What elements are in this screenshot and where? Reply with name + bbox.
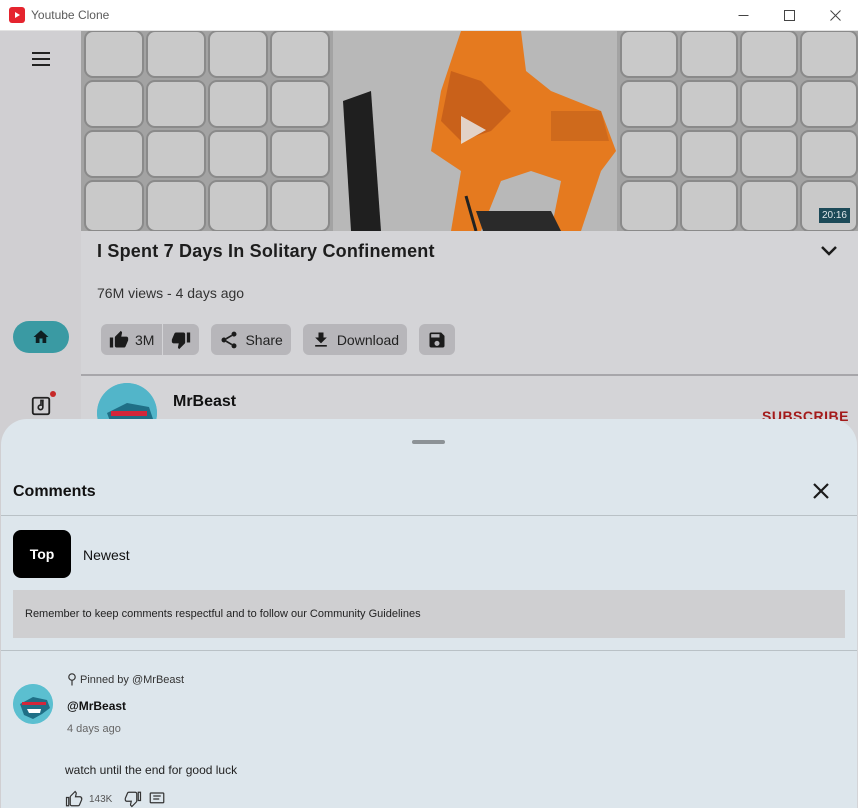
video-player[interactable]: 20:16 [81,31,858,231]
share-button[interactable]: Share [211,324,291,355]
like-dislike-group: 3M [101,324,200,355]
window-close-icon [829,10,841,21]
comment-time: 4 days ago [67,723,121,735]
like-button[interactable]: 3M [101,324,162,355]
maximize-icon [783,10,795,21]
comment-like-count: 143K [89,793,113,805]
video-actions: 3M Share Download [101,324,456,355]
thumb-up-icon [109,330,129,347]
reply-icon[interactable] [148,790,166,808]
home-icon [33,330,49,343]
chevron-down-icon[interactable] [820,245,838,257]
window-close-button[interactable] [812,0,858,31]
nav-library-button[interactable] [28,391,56,419]
download-label: Download [336,331,400,348]
thumb-down-icon [172,332,191,349]
like-count: 3M [135,331,155,348]
download-icon [314,332,327,347]
comment-actions: 143K [65,790,166,808]
dislike-button[interactable] [163,324,199,355]
save-icon [429,332,445,347]
pinned-text: Pinned by @MrBeast [80,673,185,686]
share-label: Share [245,331,283,348]
window-title: Youtube Clone [31,8,110,22]
tab-newest[interactable]: Newest [83,547,130,563]
notice-text: Remember to keep comments respectful and… [25,608,421,620]
music-library-icon [31,396,51,416]
play-icon[interactable] [459,115,487,145]
nav-home-button[interactable] [13,321,69,353]
community-guidelines-notice: Remember to keep comments respectful and… [13,590,845,638]
comment-author[interactable]: @MrBeast [67,699,126,713]
close-icon[interactable] [809,479,833,503]
thumb-down-icon[interactable] [124,790,142,808]
download-button[interactable]: Download [302,324,408,355]
share-icon [221,331,237,348]
comment-avatar[interactable] [13,684,53,724]
comments-title: Comments [13,483,96,500]
video-meta: 76M views - 4 days ago [97,285,245,301]
sheet-drag-handle[interactable] [412,440,445,444]
comments-sheet: Comments Top Newest Remember to keep com… [1,419,857,808]
video-duration: 20:16 [818,208,850,223]
minimize-button[interactable] [720,0,766,31]
comment-text: watch until the end for good luck [65,763,238,777]
maximize-button[interactable] [766,0,812,31]
tab-top[interactable]: Top [13,530,71,578]
app-logo-icon [9,7,25,23]
video-title: I Spent 7 Days In Solitary Confinement [97,241,435,261]
window-titlebar: Youtube Clone [0,0,858,31]
section-divider [81,374,858,376]
divider [1,650,857,651]
save-button[interactable] [419,324,456,355]
minimize-icon [738,15,748,16]
notification-dot [50,391,56,397]
pinned-label: Pinned by @MrBeast [67,673,184,686]
hamburger-menu-icon[interactable] [27,47,55,71]
channel-name[interactable]: MrBeast [173,393,236,411]
divider [1,515,857,516]
pin-icon [68,673,76,686]
thumb-up-icon[interactable] [65,790,83,808]
